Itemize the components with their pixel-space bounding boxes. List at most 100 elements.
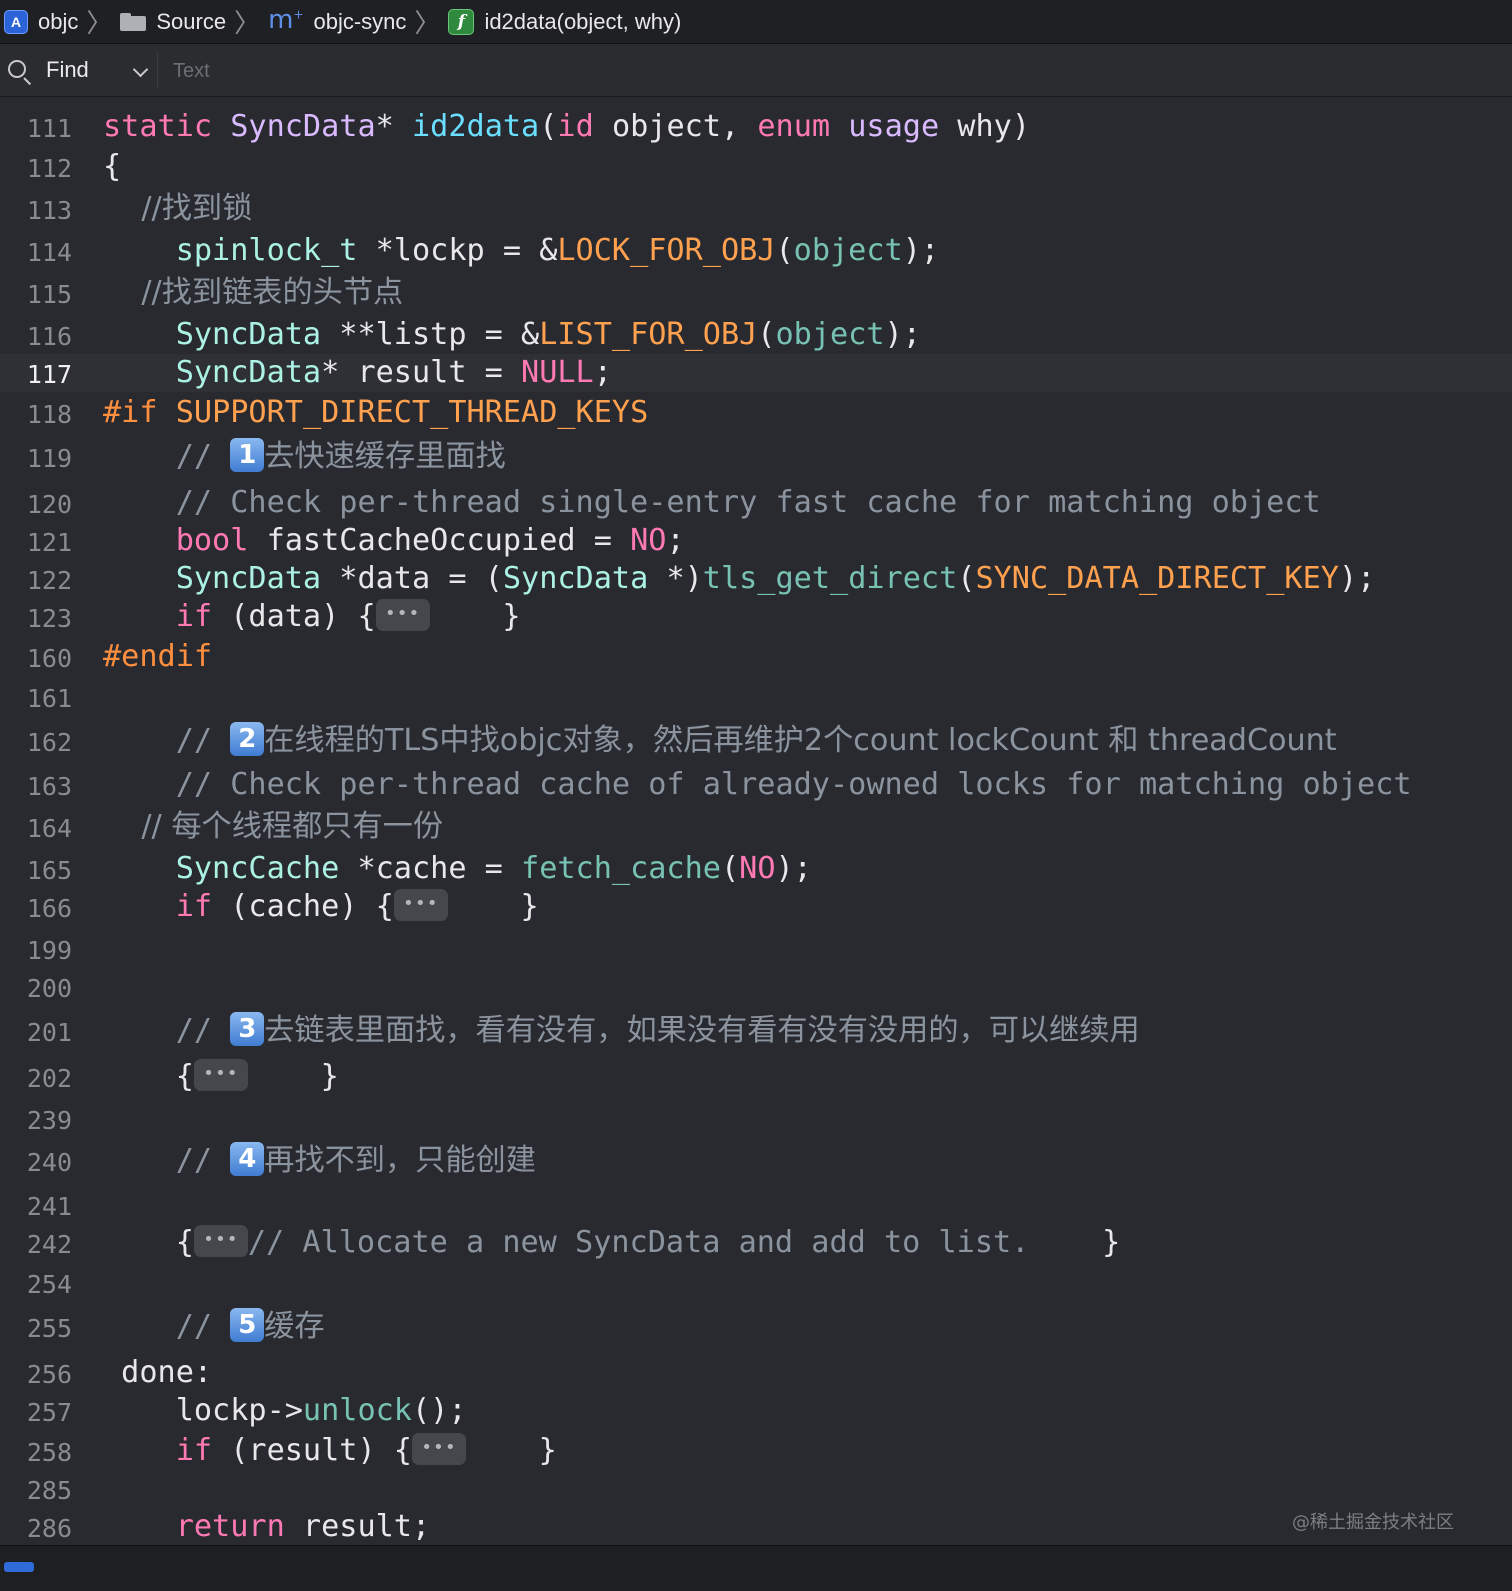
line-number: 254	[26, 1270, 72, 1299]
breadcrumb-item-folder[interactable]: Source	[120, 9, 226, 35]
code-line[interactable]: 258 if (result) {••• }	[0, 1432, 1512, 1470]
line-number: 258	[26, 1438, 72, 1467]
find-mode-select[interactable]: Find	[46, 57, 89, 83]
code-line[interactable]: 163 // Check per-thread cache of already…	[0, 766, 1512, 804]
code-token: );	[775, 851, 812, 886]
code-line[interactable]: 119 // 1 去快速缓存里面找	[0, 437, 1512, 476]
code-line[interactable]: 286 return result;	[0, 1508, 1512, 1546]
breadcrumb-item-file[interactable]: m+ objc-sync	[268, 5, 406, 37]
line-number: 111	[26, 114, 72, 143]
code-fold-button[interactable]: •••	[411, 1432, 466, 1465]
line-number: 121	[26, 528, 72, 557]
code-line[interactable]: 242 {•••// Allocate a new SyncData and a…	[0, 1224, 1512, 1262]
chevron-down-icon[interactable]	[132, 61, 149, 78]
code-token: SyncData	[502, 561, 649, 596]
code-line[interactable]: 120 // Check per-thread single-entry fas…	[0, 484, 1512, 522]
line-number: 164	[26, 814, 72, 843]
line-number: 113	[26, 196, 72, 225]
code-line[interactable]: 115 //找到链表的头节点	[0, 274, 1512, 312]
code-line[interactable]: 165 SyncCache *cache = fetch_cache(NO);	[0, 850, 1512, 888]
line-number: 199	[26, 936, 72, 965]
code-text: if (result) {••• }	[103, 1432, 557, 1470]
code-token: NO	[630, 523, 667, 558]
code-line[interactable]: 201 // 3 去链表里面找，看有没有，如果没有看有没有没用的，可以继续用	[0, 1011, 1512, 1050]
code-fold-button[interactable]: •••	[375, 598, 430, 631]
code-line[interactable]: 114 spinlock_t *lockp = &LOCK_FOR_OBJ(ob…	[0, 232, 1512, 270]
code-line[interactable]: 116 SyncData **listp = &LIST_FOR_OBJ(obj…	[0, 316, 1512, 354]
code-line[interactable]: 255 // 5 缓存	[0, 1307, 1512, 1346]
code-token: *lockp = &	[357, 233, 558, 268]
code-token: (	[957, 561, 976, 596]
bottom-strip	[0, 1545, 1512, 1591]
line-number: 255	[26, 1314, 72, 1343]
step-number-badge: 3	[230, 1011, 265, 1046]
line-number: 200	[26, 974, 72, 1003]
breadcrumb: A objc 〉 Source 〉 m+ objc-sync 〉 f id2da…	[0, 0, 1512, 44]
code-line[interactable]: 202 {••• }	[0, 1058, 1512, 1096]
code-line[interactable]: 199	[0, 930, 1512, 968]
code-comment: // 每个线程都只有一份	[103, 809, 444, 844]
step-number-badge: 4	[230, 1141, 265, 1176]
code-line[interactable]: 239	[0, 1100, 1512, 1138]
code-line[interactable]: 111 static SyncData* id2data(id object, e…	[0, 108, 1512, 146]
line-number: 117	[26, 360, 72, 389]
code-fold-button[interactable]: •••	[393, 888, 448, 921]
code-token: (	[775, 233, 794, 268]
breadcrumb-item-symbol[interactable]: f id2data(object, why)	[448, 8, 681, 35]
line-number: 240	[26, 1148, 72, 1177]
code-line[interactable]: 240 // 4 再找不到，只能创建	[0, 1141, 1512, 1180]
code-line[interactable]: 112 {	[0, 148, 1512, 186]
code-comment: 缓存	[264, 1309, 325, 1344]
code-line[interactable]: 121 bool fastCacheOccupied = NO;	[0, 522, 1512, 560]
code-token: usage	[848, 109, 940, 144]
find-input[interactable]	[165, 53, 1511, 89]
code-token: tls_get_direct	[702, 561, 958, 596]
code-token: SyncCache	[175, 851, 340, 886]
code-text: #endif	[103, 638, 212, 676]
code-line[interactable]: 254	[0, 1264, 1512, 1302]
line-number: 285	[26, 1476, 72, 1505]
code-comment: //找到链表的头节点	[103, 275, 404, 310]
code-line[interactable]: 117 SyncData* result = NULL;	[0, 354, 1512, 392]
code-text: static SyncData* id2data(id object, enum…	[103, 108, 1030, 146]
code-token: );	[884, 317, 921, 352]
code-line[interactable]: 200	[0, 968, 1512, 1006]
code-line[interactable]: 161	[0, 678, 1512, 716]
line-number: 160	[26, 644, 72, 673]
code-line[interactable]: 285	[0, 1470, 1512, 1508]
code-line[interactable]: 164 // 每个线程都只有一份	[0, 808, 1512, 846]
folder-icon	[120, 12, 147, 31]
line-number: 201	[26, 1018, 72, 1047]
code-token: (cache) {	[212, 889, 394, 924]
code-token: }	[447, 889, 539, 924]
code-line[interactable]: 257 lockp->unlock();	[0, 1392, 1512, 1430]
code-token: ;	[666, 523, 685, 558]
code-token: *data = (	[321, 561, 503, 596]
code-line[interactable]: 122 SyncData *data = (SyncData *)tls_get…	[0, 560, 1512, 598]
code-line[interactable]: 123 if (data) {••• }	[0, 598, 1512, 636]
step-number-badge: 1	[230, 437, 265, 472]
code-token: object,	[593, 109, 758, 144]
code-line[interactable]: 118 #if SUPPORT_DIRECT_THREAD_KEYS	[0, 394, 1512, 432]
code-fold-button[interactable]: •••	[193, 1058, 248, 1091]
code-line[interactable]: 113 //找到锁	[0, 190, 1512, 228]
code-token: {	[103, 149, 122, 184]
code-editor[interactable]: 111 static SyncData* id2data(id object, e…	[0, 98, 1512, 1544]
breadcrumb-item-project[interactable]: A objc	[4, 9, 78, 35]
breadcrumb-separator: 〉	[414, 8, 441, 38]
code-line[interactable]: 162 // 2 在线程的TLS中找objc对象，然后再维护2个count loc…	[0, 721, 1512, 760]
line-number: 163	[26, 772, 72, 801]
code-comment: 去快速缓存里面找	[264, 439, 506, 474]
code-fold-button[interactable]: •••	[193, 1224, 248, 1257]
code-line[interactable]: 166 if (cache) {••• }	[0, 888, 1512, 926]
code-line[interactable]: 160 #endif	[0, 638, 1512, 676]
code-line[interactable]: 256 done:	[0, 1354, 1512, 1392]
code-comment: //	[103, 1309, 231, 1344]
code-line[interactable]: 241	[0, 1186, 1512, 1224]
code-comment: //	[103, 1143, 231, 1178]
line-number: 114	[26, 238, 72, 267]
